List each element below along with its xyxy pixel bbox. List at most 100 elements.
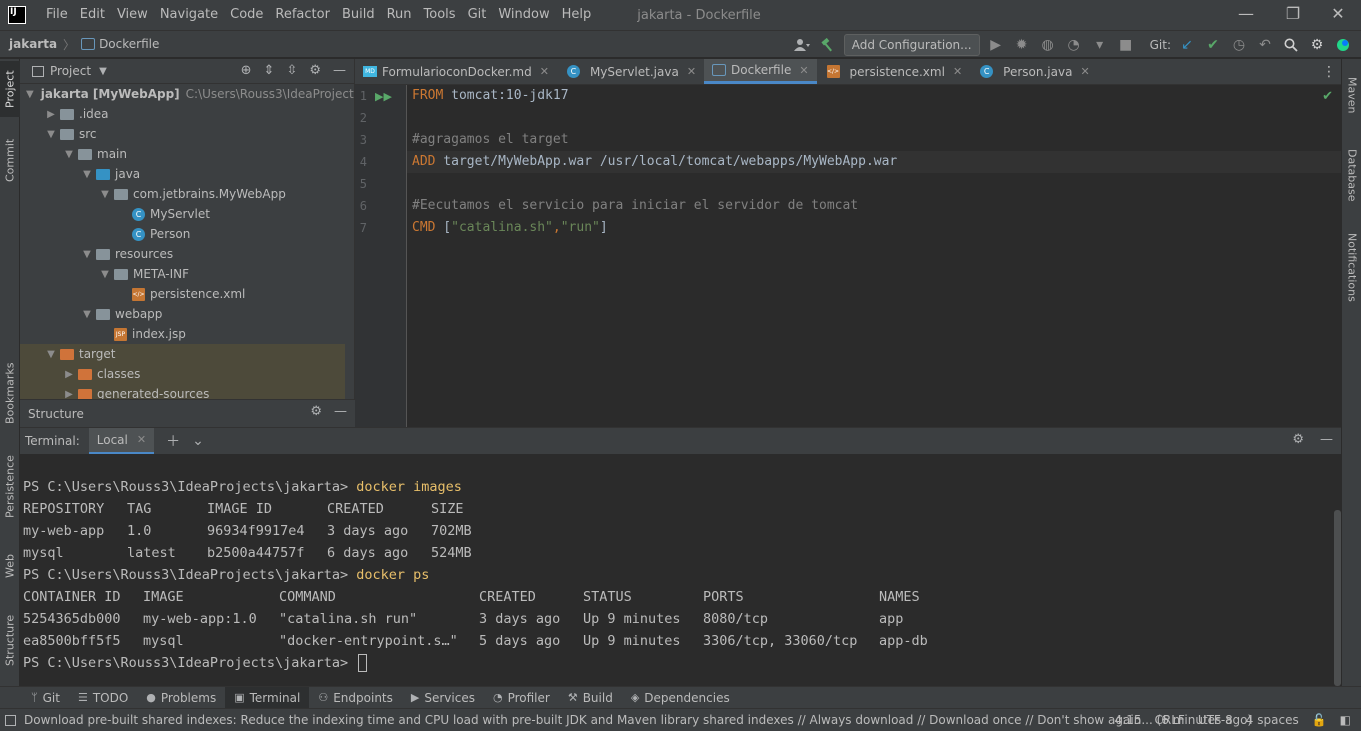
tool-window-persistence[interactable]: Persistence <box>0 445 20 529</box>
breadcrumb-project[interactable]: jakarta <box>9 37 57 51</box>
git-update-icon[interactable]: ↙ <box>1177 35 1197 55</box>
more-tabs-icon[interactable]: ⋮ <box>1317 59 1341 84</box>
git-history-icon[interactable]: ◷ <box>1229 35 1249 55</box>
structure-panel-title[interactable]: Structure <box>28 407 84 421</box>
chevron-down-icon[interactable]: ▼ <box>44 349 58 360</box>
event-log-icon[interactable] <box>5 714 16 726</box>
git-rollback-icon[interactable]: ↶ <box>1255 35 1275 55</box>
chevron-down-icon[interactable]: ▼ <box>80 169 94 180</box>
tool-window-web[interactable]: Web <box>0 541 20 591</box>
tool-window-structure[interactable]: Structure <box>0 601 20 679</box>
close-tab-icon[interactable]: ✕ <box>540 65 549 78</box>
chevron-down-icon[interactable]: ▼ <box>80 309 94 320</box>
chevron-right-icon[interactable]: ▶ <box>62 389 76 400</box>
tool-tab-problems[interactable]: ● Problems <box>137 687 225 709</box>
tool-tab-todo[interactable]: ☰ TODO <box>69 687 137 709</box>
menu-run[interactable]: Run <box>381 0 418 30</box>
minimize-button[interactable]: — <box>1223 0 1269 30</box>
menu-file[interactable]: File <box>40 0 74 30</box>
search-icon[interactable] <box>1281 35 1301 55</box>
jetbrains-toolbox-icon[interactable] <box>1333 35 1353 55</box>
close-tab-icon[interactable]: ✕ <box>687 65 696 78</box>
tab-persistence-xml[interactable]: </> persistence.xml ✕ <box>817 59 971 84</box>
tool-window-database[interactable]: Database <box>1342 135 1361 215</box>
menu-tools[interactable]: Tools <box>418 0 462 30</box>
chevron-down-icon[interactable]: ▼ <box>44 129 58 140</box>
menu-git[interactable]: Git <box>462 0 493 30</box>
tree-item-idea[interactable]: ▶ .idea <box>20 104 345 124</box>
breadcrumb-file[interactable]: Dockerfile <box>81 37 159 51</box>
tool-tab-services[interactable]: ▶ Services <box>402 687 484 709</box>
inspection-ok-check-icon[interactable]: ✔ <box>1322 89 1333 104</box>
profile-icon[interactable]: ◔ <box>1064 35 1084 55</box>
menu-refactor[interactable]: Refactor <box>269 0 336 30</box>
tree-item-target[interactable]: ▼ target <box>20 344 345 364</box>
tree-item-webapp[interactable]: ▼ webapp <box>20 304 345 324</box>
terminal-tab-local[interactable]: Local ✕ <box>88 427 155 455</box>
tool-tab-git[interactable]: ᛘ Git <box>22 687 69 709</box>
project-view-dropdown-icon[interactable]: ▼ <box>99 66 107 77</box>
git-commit-icon[interactable]: ✔ <box>1203 35 1223 55</box>
caret-position[interactable]: 4:15 <box>1115 713 1142 727</box>
close-tab-icon[interactable]: ✕ <box>953 65 962 78</box>
chevron-right-icon[interactable]: ▶ <box>44 109 58 120</box>
stop-icon[interactable]: ■ <box>1116 35 1136 55</box>
close-window-button[interactable]: ✕ <box>1315 0 1361 30</box>
tool-tab-terminal[interactable]: ▣ Terminal <box>225 686 310 709</box>
tool-window-project[interactable]: Project <box>0 61 20 117</box>
menu-code[interactable]: Code <box>224 0 269 30</box>
memory-indicator-icon[interactable]: ◧ <box>1340 713 1351 727</box>
status-message[interactable]: Download pre-built shared indexes: Reduc… <box>24 713 1252 727</box>
project-panel-title[interactable]: Project <box>50 64 91 78</box>
menu-help[interactable]: Help <box>556 0 598 30</box>
chevron-right-icon[interactable]: ▶ <box>62 369 76 380</box>
tool-tab-build[interactable]: ⚒ Build <box>559 687 622 709</box>
expand-all-icon[interactable]: ⇕ <box>264 63 275 78</box>
tree-item-myservlet[interactable]: C MyServlet <box>20 204 345 224</box>
tool-tab-profiler[interactable]: ◔ Profiler <box>484 687 559 709</box>
user-icon[interactable] <box>792 35 812 55</box>
chevron-down-icon[interactable]: ▼ <box>98 269 112 280</box>
chevron-down-icon[interactable]: ▼ <box>26 89 34 100</box>
tab-person-java[interactable]: C Person.java ✕ <box>970 59 1098 84</box>
tree-item-src[interactable]: ▼ src <box>20 124 345 144</box>
select-opened-file-icon[interactable]: ⊕ <box>241 63 252 78</box>
coverage-icon[interactable]: ◍ <box>1038 35 1058 55</box>
tree-item-index-jsp[interactable]: JSP index.jsp <box>20 324 345 344</box>
new-terminal-plus-icon[interactable]: ＋ <box>166 431 180 451</box>
line-separator[interactable]: CRLF <box>1155 713 1185 727</box>
debug-icon[interactable]: ✹ <box>1012 35 1032 55</box>
hide-structure-icon[interactable]: — <box>334 404 347 419</box>
lock-icon[interactable]: 🔓 <box>1312 713 1327 727</box>
close-tab-icon[interactable]: ✕ <box>799 64 808 77</box>
menu-build[interactable]: Build <box>336 0 381 30</box>
tree-item-java[interactable]: ▼ java <box>20 164 345 184</box>
collapse-all-icon[interactable]: ⇳ <box>286 63 297 78</box>
tool-window-commit[interactable]: Commit <box>0 129 20 191</box>
tool-tab-dependencies[interactable]: ◈ Dependencies <box>622 687 739 709</box>
tree-item-persistence-xml[interactable]: </> persistence.xml <box>20 284 345 304</box>
add-configuration-button[interactable]: Add Configuration... <box>843 33 980 56</box>
tool-tab-endpoints[interactable]: ⚇ Endpoints <box>309 687 402 709</box>
tree-item-main[interactable]: ▼ main <box>20 144 345 164</box>
tree-item-person[interactable]: C Person <box>20 224 345 244</box>
tree-item-jakarta[interactable]: ▼ jakarta [MyWebApp] C:\Users\Rouss3\Ide… <box>20 84 354 104</box>
tab-dockerfile[interactable]: Dockerfile ✕ <box>704 59 817 84</box>
tree-item-meta-inf[interactable]: ▼ META-INF <box>20 264 345 284</box>
settings-gear-icon[interactable]: ⚙ <box>1307 35 1327 55</box>
structure-settings-gear-icon[interactable]: ⚙ <box>310 404 322 419</box>
tree-item-generated-sources[interactable]: ▶ generated-sources <box>20 384 345 399</box>
project-settings-gear-icon[interactable]: ⚙ <box>309 63 321 78</box>
file-encoding[interactable]: UTF-8 <box>1198 713 1233 727</box>
restore-button[interactable]: ❐ <box>1270 0 1316 30</box>
tool-window-notifications[interactable]: Notifications <box>1342 225 1361 309</box>
more-run-options-icon[interactable]: ▾ <box>1090 35 1110 55</box>
run-gutter-icon[interactable]: ▶▶ <box>375 90 392 103</box>
run-icon[interactable]: ▶ <box>986 35 1006 55</box>
terminal-output[interactable]: PS C:\Users\Rouss3\IdeaProjects\jakarta>… <box>20 454 1341 686</box>
close-tab-icon[interactable]: ✕ <box>137 433 146 446</box>
chevron-down-icon[interactable]: ▼ <box>98 189 112 200</box>
tool-window-maven[interactable]: Maven <box>1342 67 1361 123</box>
chevron-down-icon[interactable]: ▼ <box>62 149 76 160</box>
terminal-settings-gear-icon[interactable]: ⚙ <box>1292 432 1304 447</box>
